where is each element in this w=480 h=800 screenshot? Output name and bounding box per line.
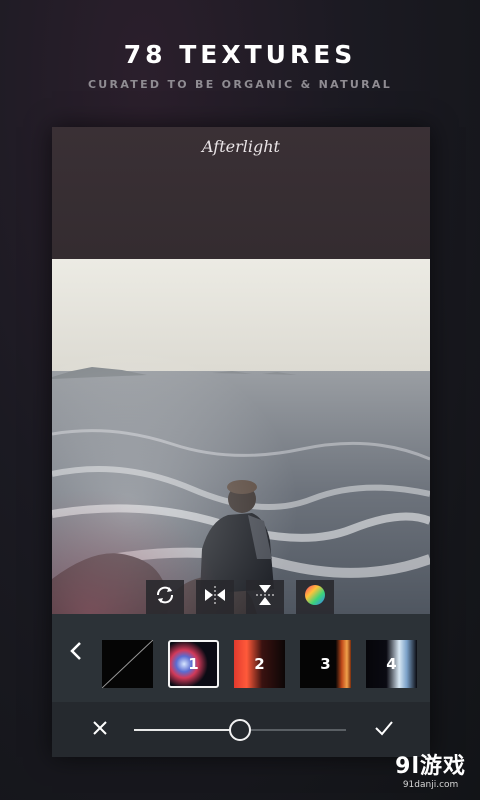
flip-horizontal-button[interactable] (196, 580, 234, 614)
checkmark-icon (374, 720, 394, 740)
flip-horizontal-icon (203, 585, 227, 609)
hero-subtitle: CURATED TO BE ORGANIC & NATURAL (87, 78, 393, 91)
none-icon (102, 640, 153, 688)
slider-fill (134, 729, 240, 731)
slider-handle[interactable] (229, 719, 251, 741)
bottom-bar (52, 702, 430, 757)
photo-preview[interactable] (52, 259, 430, 614)
tool-row (52, 577, 430, 615)
watermark: 9l游戏 91danji.com (395, 748, 466, 790)
app-logo: Afterlight (202, 137, 280, 156)
texture-thumb-1[interactable]: 1 (168, 640, 219, 688)
texture-label: 2 (254, 655, 265, 673)
cancel-button[interactable] (86, 716, 114, 744)
chevron-left-icon (69, 641, 83, 665)
texture-thumb-2[interactable]: 2 (234, 640, 285, 688)
phone-screen: Afterlight 1 2 3 4 (52, 127, 430, 757)
back-button[interactable] (62, 638, 90, 668)
app-header: Afterlight (52, 127, 430, 259)
texture-strip: 1 2 3 4 (52, 614, 430, 702)
rotate-button[interactable] (146, 580, 184, 614)
flip-vertical-button[interactable] (246, 580, 284, 614)
color-wheel-icon (304, 584, 326, 610)
texture-thumb-4[interactable]: 4 (366, 640, 417, 688)
photo-image (52, 259, 430, 614)
close-icon (92, 720, 108, 740)
texture-label: 1 (188, 655, 199, 673)
texture-label: 4 (386, 655, 397, 673)
flip-vertical-icon (255, 583, 275, 611)
confirm-button[interactable] (370, 716, 398, 744)
watermark-logo: 9l游戏 (395, 754, 466, 779)
intensity-slider[interactable] (134, 719, 346, 741)
color-button[interactable] (296, 580, 334, 614)
watermark-url: 91danji.com (402, 780, 459, 790)
texture-thumb-none[interactable] (102, 640, 153, 688)
rotate-icon (154, 584, 176, 610)
hero-title: 78 TEXTURES (123, 40, 357, 69)
texture-thumb-3[interactable]: 3 (300, 640, 351, 688)
texture-label: 3 (320, 655, 331, 673)
